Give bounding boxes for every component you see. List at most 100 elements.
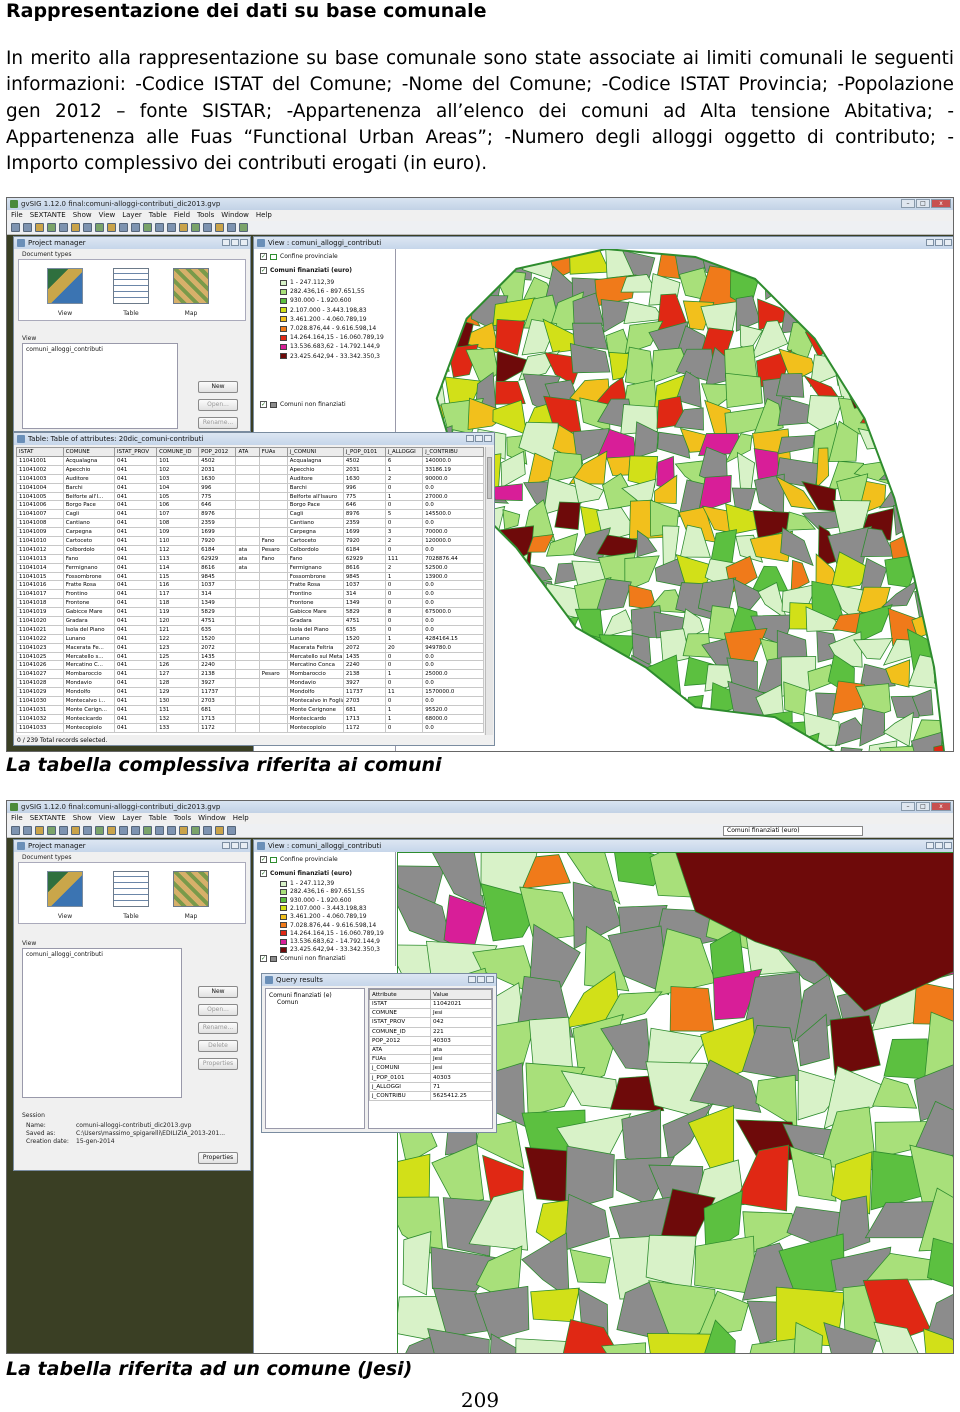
municipality-polygon[interactable]: [517, 715, 562, 748]
table-cell[interactable]: 11041016: [16, 580, 64, 591]
table-cell[interactable]: 4751: [198, 616, 237, 626]
table-cell[interactable]: 0: [384, 500, 424, 511]
filter-icon[interactable]: [59, 223, 68, 232]
municipality-polygon[interactable]: [932, 291, 954, 330]
sort-icon[interactable]: [71, 223, 80, 232]
municipality-polygon[interactable]: [932, 606, 954, 644]
table-cell[interactable]: 70000.0: [422, 527, 484, 538]
municipality-polygon[interactable]: [837, 295, 870, 336]
minimize-icon[interactable]: [222, 842, 230, 849]
municipality-polygon[interactable]: [620, 747, 663, 752]
table-cell[interactable]: 2359: [198, 518, 237, 529]
table-cell[interactable]: 62929: [198, 553, 237, 564]
table-cell[interactable]: 8616: [342, 562, 386, 573]
close-icon[interactable]: [484, 435, 492, 442]
table-cell[interactable]: Lunano: [286, 633, 344, 644]
table-cell[interactable]: Mercatello s...: [62, 651, 116, 662]
table-row[interactable]: 11041027 Mombaroccio 041 127 2138 Pesaro Momba…: [16, 669, 484, 680]
municipality-polygon[interactable]: [815, 447, 830, 489]
table-cell[interactable]: Mombaroccio: [286, 669, 344, 680]
municipality-polygon[interactable]: [920, 273, 945, 310]
table-cell[interactable]: [258, 500, 288, 511]
municipality-polygon[interactable]: [548, 616, 580, 640]
table-cell[interactable]: 11041021: [16, 624, 64, 635]
edit-icon[interactable]: [227, 223, 236, 232]
table-cell[interactable]: 041: [114, 598, 158, 609]
table-cell[interactable]: 775: [342, 491, 386, 502]
table-cell[interactable]: 0: [384, 598, 424, 609]
table-cell[interactable]: 131: [156, 704, 200, 715]
municipality-polygon[interactable]: [724, 733, 757, 752]
layer-finanziati[interactable]: ✓ Comuni finanziati (euro): [260, 870, 352, 877]
menu-sextante[interactable]: SEXTANTE: [30, 813, 66, 824]
municipality-polygon[interactable]: [855, 249, 892, 281]
table-cell[interactable]: 041: [114, 616, 158, 626]
rename-button[interactable]: Rename...: [198, 417, 238, 429]
municipality-polygon[interactable]: [502, 509, 521, 530]
attribute-cell[interactable]: ISTAT_PROV: [369, 1017, 431, 1028]
zoom-out-icon[interactable]: [71, 826, 80, 835]
table-cell[interactable]: 0: [384, 651, 424, 662]
table-cell[interactable]: Isola del Piano: [286, 624, 344, 635]
municipality-polygon[interactable]: [804, 326, 839, 358]
menu-help[interactable]: Help: [256, 210, 272, 221]
column-header[interactable]: j_CONTRIBU: [422, 447, 484, 457]
municipality-polygon[interactable]: [878, 460, 922, 482]
table-cell[interactable]: 9845: [342, 571, 386, 582]
table-cell[interactable]: Barchi: [62, 482, 116, 493]
table-cell[interactable]: Macerata Feltria: [286, 642, 344, 653]
table-cell[interactable]: 11041028: [16, 678, 64, 689]
table-cell[interactable]: 1349: [342, 598, 386, 609]
table-cell[interactable]: 5: [384, 509, 424, 520]
layer-checkbox[interactable]: ✓: [260, 401, 267, 408]
table-cell[interactable]: 0.0: [422, 580, 484, 591]
table-cell[interactable]: 0.0: [422, 589, 484, 600]
table-cell[interactable]: 111: [384, 553, 424, 564]
table-cell[interactable]: 1630: [342, 473, 386, 484]
table-cell[interactable]: [235, 598, 260, 609]
new-button[interactable]: New: [198, 986, 238, 998]
municipality-polygon[interactable]: [854, 296, 898, 323]
table-row[interactable]: 11041015 Fossombrone 041 115 9845 Fossombrone…: [16, 571, 484, 582]
table-doctype-icon[interactable]: [113, 871, 149, 907]
table-row[interactable]: 11041031 Monte Cerign... 041 131 681 Monte Ce…: [16, 704, 484, 715]
menu-sextante[interactable]: SEXTANTE: [30, 210, 66, 221]
menu-tools[interactable]: Tools: [174, 813, 191, 824]
table-cell[interactable]: 11041030: [16, 696, 64, 706]
table-cell[interactable]: [235, 660, 260, 671]
table-cell[interactable]: 120000.0: [422, 536, 484, 546]
table-cell[interactable]: Pesaro: [258, 544, 288, 555]
attribute-cell[interactable]: ATA: [369, 1044, 431, 1056]
table-cell[interactable]: Montecalvo i...: [62, 696, 116, 706]
municipality-polygon[interactable]: [780, 267, 814, 298]
table-cell[interactable]: Fossombrone: [286, 571, 344, 582]
table-cell[interactable]: [235, 491, 260, 502]
menu-file[interactable]: File: [11, 813, 23, 824]
table-cell[interactable]: 041: [114, 580, 158, 591]
table-cell[interactable]: 681: [198, 704, 237, 715]
table-cell[interactable]: 11041018: [16, 598, 64, 609]
table-cell[interactable]: 11041029: [16, 687, 64, 698]
attribute-cell[interactable]: Jesi: [430, 1008, 492, 1019]
column-header[interactable]: COMUNE: [62, 447, 116, 457]
table-cell[interactable]: 1: [384, 571, 424, 582]
table-cell[interactable]: 0.0: [422, 482, 484, 493]
maximize-button[interactable]: □: [916, 802, 930, 811]
column-header[interactable]: COMUNE_ID: [156, 447, 200, 457]
municipality-polygon[interactable]: [909, 395, 938, 432]
table-cell[interactable]: [235, 616, 260, 626]
help-icon[interactable]: [239, 223, 248, 232]
municipality-polygon[interactable]: [831, 317, 863, 352]
municipality-polygon[interactable]: [683, 694, 704, 715]
table-cell[interactable]: 041: [114, 464, 158, 475]
municipality-polygon[interactable]: [915, 526, 947, 565]
municipality-polygon[interactable]: [860, 345, 897, 385]
area-icon[interactable]: [179, 826, 188, 835]
maximize-icon[interactable]: [477, 976, 485, 983]
minimize-button[interactable]: –: [901, 199, 915, 208]
municipality-polygon[interactable]: [879, 251, 917, 271]
municipality-polygon[interactable]: [530, 1287, 580, 1323]
table-cell[interactable]: 2: [384, 562, 424, 573]
table-cell[interactable]: 116: [156, 580, 200, 591]
table-cell[interactable]: Borgo Pace: [62, 500, 116, 511]
